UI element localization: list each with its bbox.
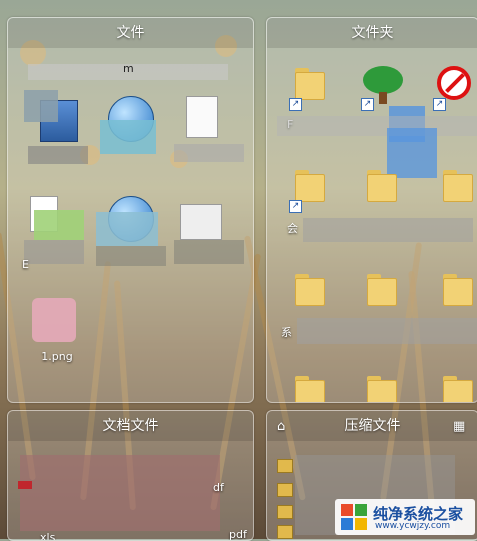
document-label: df <box>213 481 224 494</box>
folders-panel: 文件夹 ↗ F ↗ ↗ ↗ 会 系 <box>266 17 477 403</box>
archives-panel-title: 压缩文件 <box>267 411 477 441</box>
folders-panel-title: 文件夹 <box>267 18 477 48</box>
file-label: m <box>123 62 134 75</box>
shortcut-arrow-icon: ↗ <box>361 98 374 111</box>
folder-label: 系 <box>281 326 292 339</box>
grid-icon[interactable]: ▦ <box>453 419 465 434</box>
watermark-logo: 纯净系统之家 www.ycwjzy.com <box>335 499 475 535</box>
file-item[interactable] <box>96 190 170 270</box>
documents-panel: 文档文件 df pdf xls <box>7 410 254 541</box>
document-label: pdf <box>229 528 247 541</box>
archive-icon[interactable] <box>277 459 293 473</box>
blurred-row <box>303 218 473 242</box>
tree-icon <box>363 66 403 94</box>
shortcut-arrow-icon: ↗ <box>289 98 302 111</box>
file-item[interactable] <box>174 190 248 270</box>
file-item[interactable] <box>96 90 170 170</box>
file-label: 1.png <box>41 350 73 363</box>
image-icon <box>32 298 76 342</box>
pdf-icon <box>18 481 32 489</box>
blurred-row <box>20 455 220 531</box>
file-item[interactable]: E <box>20 190 94 271</box>
files-panel: 文件 m E 1.png <box>7 17 254 403</box>
file-item[interactable] <box>20 90 94 170</box>
document-label: xls <box>40 531 56 541</box>
watermark-subtext: www.ycwjzy.com <box>375 521 451 531</box>
file-item[interactable]: 1.png <box>20 292 94 372</box>
windows-logo-icon <box>341 504 367 530</box>
document-icon <box>180 204 222 240</box>
blurred-row <box>297 318 477 344</box>
file-label: E <box>22 258 29 271</box>
documents-panel-title: 文档文件 <box>8 411 253 441</box>
shortcut-arrow-icon: ↗ <box>289 200 302 213</box>
folder-label: 会 <box>287 222 298 235</box>
archive-icon[interactable] <box>277 483 293 497</box>
archive-icon[interactable] <box>277 525 293 539</box>
file-item[interactable] <box>174 90 248 170</box>
tree-trunk <box>379 92 387 104</box>
shortcut-arrow-icon: ↗ <box>433 98 446 111</box>
lock-icon[interactable]: ⌂ <box>277 419 285 434</box>
document-icon <box>186 96 218 138</box>
blurred-row <box>277 116 477 136</box>
files-panel-title: 文件 <box>8 18 253 48</box>
archive-icon[interactable] <box>277 505 293 519</box>
